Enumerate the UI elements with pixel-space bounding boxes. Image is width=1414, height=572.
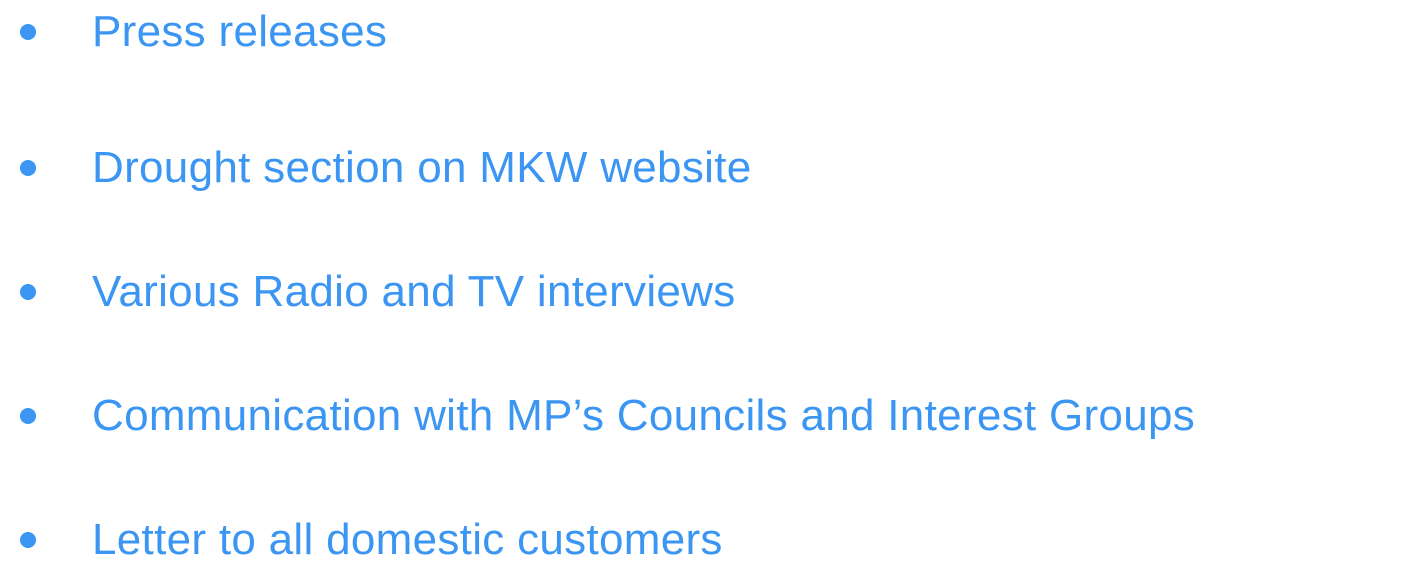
- bullet-dot-icon: [20, 160, 36, 176]
- bullet-text: Drought section on MKW website: [92, 143, 752, 192]
- bullet-item-letter: Letter to all domestic customers: [0, 510, 1414, 570]
- slide: Press releases Drought section on MKW we…: [0, 0, 1414, 572]
- bullet-text: Communication with MP’s Councils and Int…: [92, 391, 1196, 440]
- bullet-text: Letter to all domestic customers: [92, 515, 723, 564]
- bullet-text: Press releases: [92, 7, 388, 56]
- bullet-dot-icon: [20, 532, 36, 548]
- bullet-item-drought-section: Drought section on MKW website: [0, 138, 1414, 198]
- bullet-text: Various Radio and TV interviews: [92, 267, 736, 316]
- bullet-dot-icon: [20, 284, 36, 300]
- bullet-dot-icon: [20, 408, 36, 424]
- bullet-dot-icon: [20, 24, 36, 40]
- bullet-item-press-releases: Press releases: [0, 2, 1414, 62]
- bullet-item-radio-tv: Various Radio and TV interviews: [0, 262, 1414, 322]
- bullet-item-communication: Communication with MP’s Councils and Int…: [0, 386, 1414, 446]
